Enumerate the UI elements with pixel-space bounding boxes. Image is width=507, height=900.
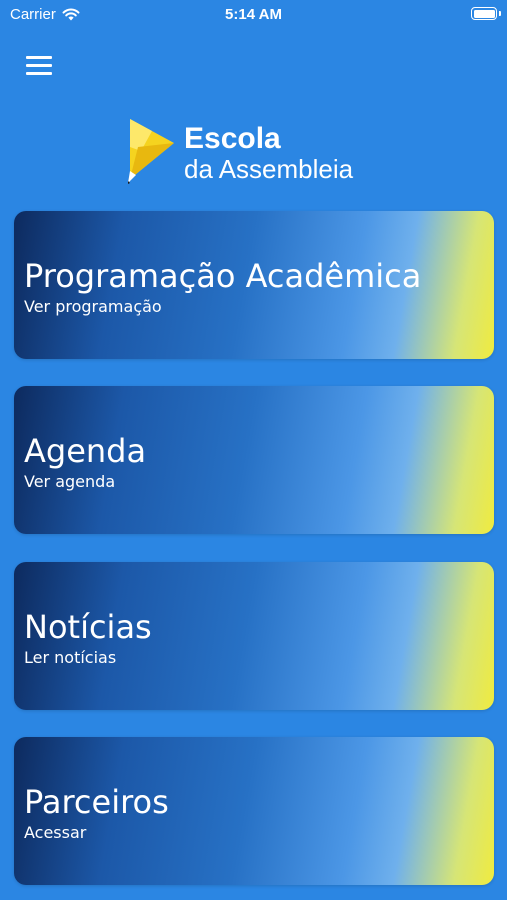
card-title: Agenda — [24, 432, 147, 470]
battery-tip — [499, 11, 501, 16]
card-title: Notícias — [24, 608, 152, 646]
card-parceiros[interactable]: Parceiros Acessar — [14, 737, 494, 885]
status-bar: Carrier 5:14 AM — [0, 0, 507, 30]
card-agenda[interactable]: Agenda Ver agenda — [14, 386, 494, 534]
card-noticias[interactable]: Notícias Ler notícias — [14, 562, 494, 710]
card-subtitle: Ler notícias — [24, 648, 117, 667]
status-time: 5:14 AM — [225, 6, 282, 23]
hamburger-menu-icon[interactable] — [26, 56, 52, 76]
logo-subtitle: da Assembleia — [184, 154, 354, 184]
card-subtitle: Acessar — [24, 823, 87, 842]
pencil-play-logo-icon — [128, 119, 174, 184]
logo-title: Escola — [184, 122, 281, 155]
battery-level-fill — [473, 9, 495, 18]
card-subtitle: Ver programação — [24, 297, 162, 316]
app-logo: Escola da Assembleia — [126, 117, 386, 187]
card-subtitle: Ver agenda — [24, 472, 116, 491]
battery-icon — [471, 7, 497, 20]
card-title: Parceiros — [24, 783, 169, 821]
card-programacao-academica[interactable]: Programação Acadêmica Ver programação — [14, 211, 494, 359]
card-title: Programação Acadêmica — [24, 257, 422, 295]
